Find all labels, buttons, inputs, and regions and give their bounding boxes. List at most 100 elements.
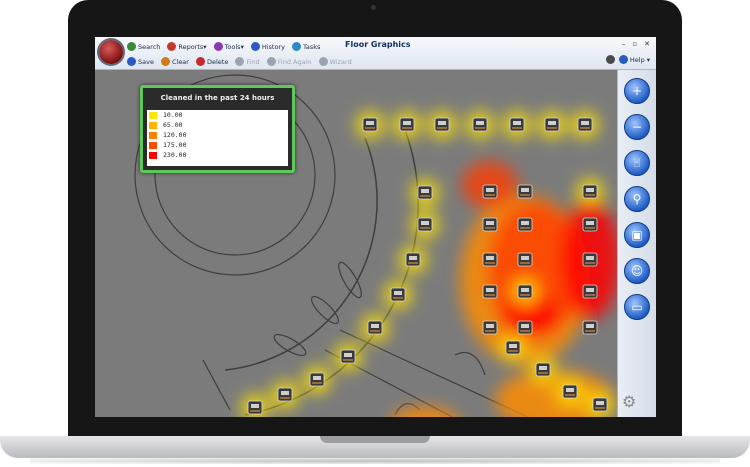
slot-machine-icon[interactable] [582,217,598,232]
slot-machine-icon[interactable] [517,184,533,199]
gears-icon[interactable]: ⚙ [622,392,636,411]
legend-swatch [149,131,157,139]
toolbar-reports-button[interactable]: Reports ▾ [167,42,207,51]
reports-icon [167,42,177,51]
toolbar-label: History [261,42,285,51]
legend-entries: 10.00 65.00 120.00 175.00 230.00 [147,110,288,166]
settings-icon[interactable] [605,55,615,64]
slot-machine-icon[interactable] [405,252,421,267]
slot-machine-icon[interactable] [417,185,433,200]
slot-machine-icon[interactable] [399,117,415,132]
help-menu[interactable]: Help ▾ [605,55,650,64]
history-icon [250,42,260,51]
toolbar-label: Tools [224,42,241,51]
toolbar-label: Reports [178,42,204,51]
window-controls: – ▫ ✕ [622,40,650,48]
toolbar-tools-button[interactable]: Tools ▾ [213,42,244,51]
toolbar-find-button[interactable]: Find [235,57,260,66]
toolbar-save-button[interactable]: Save [127,57,154,66]
slot-machine-icon[interactable] [309,372,325,387]
slot-machine-icon[interactable] [482,252,498,267]
toolbar-search-button[interactable]: Search [127,42,160,51]
find-icon [235,57,245,66]
slot-machine-icon[interactable] [517,284,533,299]
app-window: Search Reports ▾ Tools ▾ History Tasks Save Cle… [95,37,656,417]
toolbar-label: Tasks [302,42,321,51]
toolbar-history-button[interactable]: History [250,42,285,51]
user-button[interactable]: ☺ [624,258,650,284]
slot-machine-icon[interactable] [577,117,593,132]
slot-machine-icon[interactable] [367,320,383,335]
save-icon [127,57,136,66]
slot-machine-icon[interactable] [517,320,533,335]
slot-machine-icon[interactable] [517,252,533,267]
legend-value: 230.00 [163,151,187,159]
slot-machine-icon[interactable] [582,320,598,335]
slot-machine-icon[interactable] [505,340,521,355]
slot-machine-icon[interactable] [582,284,598,299]
slot-machine-icon[interactable] [390,287,406,302]
toolbar-clear-button[interactable]: Clear [160,57,189,66]
slot-machine-icon[interactable] [535,362,551,377]
slot-machine-icon[interactable] [517,217,533,232]
slot-machine-icon[interactable] [362,117,378,132]
toolbar-wizard-button[interactable]: Wizard [318,57,352,66]
slot-machine-icon[interactable] [277,387,293,402]
chevron-down-icon: ▾ [646,55,650,64]
legend-swatch [149,111,157,119]
zoom-in-button[interactable]: + [624,78,650,104]
slot-machine-icon[interactable] [509,117,525,132]
maximize-button[interactable]: ▫ [632,40,637,48]
laptop-notch [320,436,430,443]
chevron-down-icon: ▾ [240,42,244,51]
heatmap-legend: Cleaned in the past 24 hours 10.00 65.00 1… [140,85,295,173]
help-label: Help [629,55,645,64]
snapshot-button[interactable]: ▣ [624,222,650,248]
toolbar-delete-button[interactable]: Delete [195,57,229,66]
toolbar-label: Wizard [329,57,352,66]
legend-entry: 230.00 [147,150,288,160]
slot-machine-icon[interactable] [482,184,498,199]
zoom-out-button[interactable]: − [624,114,650,140]
tools-icon [213,42,223,51]
toolbar-label: Find Again [277,57,312,66]
toolbar-row-actions: Save Clear Delete Find Find Again Wizard [127,54,359,69]
toolbar-label: Clear [171,57,189,66]
tasks-icon [291,42,301,51]
laptop-shadow [30,458,720,464]
toolbar-find-again-button[interactable]: Find Again [266,57,312,66]
legend-value: 65.00 [163,121,183,129]
window-button[interactable]: ▭ [624,294,650,320]
slot-machine-icon[interactable] [417,217,433,232]
slot-machine-icon[interactable] [482,217,498,232]
legend-value: 10.00 [163,111,183,119]
search-icon [127,42,136,51]
search-map-button[interactable]: ⚲ [624,186,650,212]
minimize-button[interactable]: – [622,40,626,48]
legend-value: 120.00 [163,131,187,139]
slot-machine-icon[interactable] [482,284,498,299]
toolbar-label: Delete [206,57,229,66]
slot-machine-icon[interactable] [472,117,488,132]
legend-swatch [149,121,157,129]
app-menu-orb[interactable] [99,40,123,64]
map-tools-panel: ⚙ + − ☝ ⚲ ▣ ☺ ▭ [617,70,656,417]
legend-entry: 175.00 [147,140,288,150]
slot-machine-icon[interactable] [482,320,498,335]
toolbar-tasks-button[interactable]: Tasks [291,42,321,51]
delete-icon [195,57,205,66]
slot-machine-icon[interactable] [434,117,450,132]
legend-entry: 120.00 [147,130,288,140]
close-button[interactable]: ✕ [644,40,650,48]
slot-machine-icon[interactable] [340,349,356,364]
slot-machine-icon[interactable] [582,184,598,199]
slot-machine-icon[interactable] [582,252,598,267]
legend-title: Cleaned in the past 24 hours [160,94,275,102]
app-title: Floor Graphics [345,40,411,49]
slot-machine-icon[interactable] [247,400,263,415]
slot-machine-icon[interactable] [544,117,560,132]
slot-machine-icon[interactable] [562,384,578,399]
pan-hand-button[interactable]: ☝ [624,150,650,176]
legend-swatch [149,141,157,149]
slot-machine-icon[interactable] [592,397,608,412]
